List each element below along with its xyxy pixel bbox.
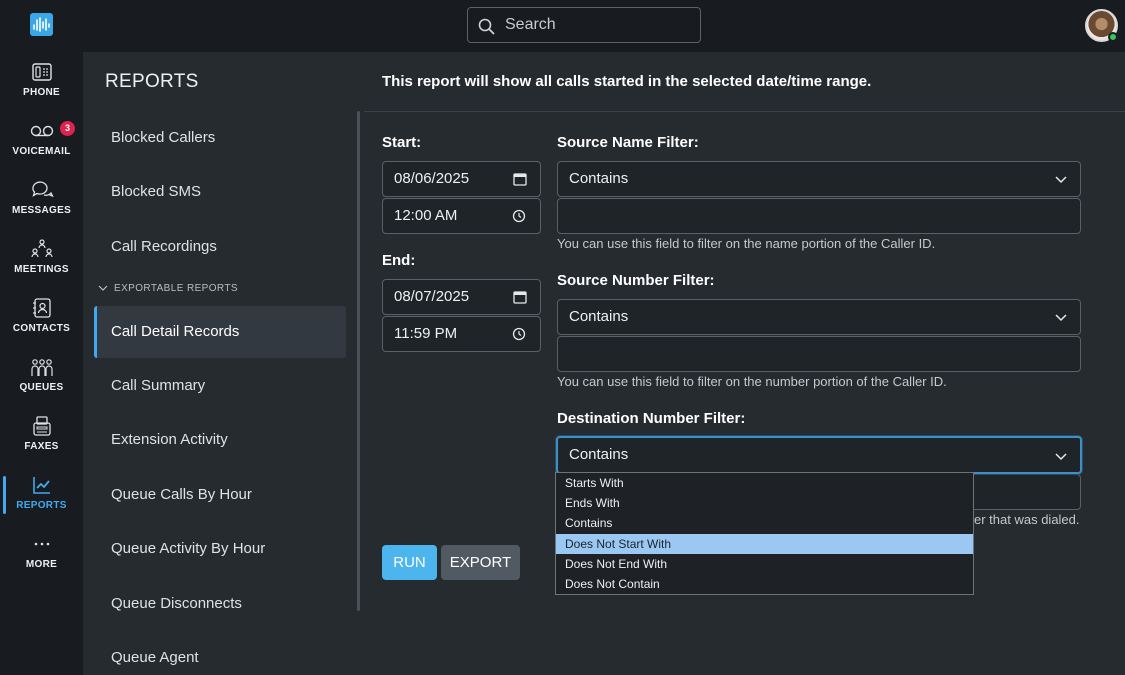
menu-item-queue-activity-by-hour[interactable]: Queue Activity By Hour xyxy=(94,523,346,575)
chevron-down-icon xyxy=(98,285,108,292)
destination-number-filter-label: Destination Number Filter: xyxy=(557,410,746,427)
source-number-mode-select[interactable]: Contains xyxy=(557,299,1081,335)
nav-label: REPORTS xyxy=(16,500,67,511)
nav-label: QUEUES xyxy=(19,382,64,393)
meetings-icon xyxy=(30,239,53,258)
nav-label: VOICEMAIL xyxy=(12,146,71,157)
option-does-not-contain[interactable]: Does Not Contain xyxy=(556,574,973,594)
destination-number-mode-select[interactable]: Contains xyxy=(556,436,1082,474)
menu-scrollbar[interactable] xyxy=(357,111,360,611)
nav-label: MESSAGES xyxy=(11,205,72,216)
queues-icon xyxy=(30,359,53,376)
end-date-value: 08/07/2025 xyxy=(394,288,470,305)
source-name-filter-label: Source Name Filter: xyxy=(557,134,699,151)
fax-icon xyxy=(32,416,51,436)
option-ends-with[interactable]: Ends With xyxy=(556,493,973,513)
option-does-not-end-with[interactable]: Does Not End With xyxy=(556,554,973,574)
start-time-value: 12:00 AM xyxy=(394,207,458,224)
end-label: End: xyxy=(382,252,416,269)
voicemail-count-badge: 3 xyxy=(60,121,75,136)
menu-item-queue-calls-by-hour[interactable]: Queue Calls By Hour xyxy=(94,469,346,521)
nav-phone[interactable]: PHONE xyxy=(0,61,83,117)
source-name-filter-input[interactable] xyxy=(557,198,1081,234)
select-value: Contains xyxy=(569,170,629,187)
reports-menu-title: REPORTS xyxy=(105,71,199,92)
section-label: EXPORTABLE REPORTS xyxy=(114,283,238,294)
option-contains[interactable]: Contains xyxy=(556,513,973,533)
start-date-field[interactable]: 08/06/2025 xyxy=(382,161,541,197)
chevron-down-icon xyxy=(1055,314,1067,322)
reports-icon xyxy=(32,477,50,494)
calendar-icon[interactable] xyxy=(513,172,527,186)
clock-icon[interactable] xyxy=(512,327,526,341)
select-value: Contains xyxy=(569,446,629,463)
search-input[interactable] xyxy=(505,14,690,36)
contacts-icon xyxy=(32,298,51,318)
source-name-hint: You can use this field to filter on the … xyxy=(557,236,936,251)
nav-reports[interactable]: REPORTS xyxy=(0,474,83,530)
exportable-reports-section[interactable]: EXPORTABLE REPORTS xyxy=(98,283,238,294)
clock-icon[interactable] xyxy=(512,209,526,223)
nav-contacts[interactable]: CONTACTS xyxy=(0,297,83,353)
nav-more[interactable]: MORE xyxy=(0,533,83,589)
source-number-filter-input[interactable] xyxy=(557,336,1081,372)
source-number-hint: You can use this field to filter on the … xyxy=(557,374,947,389)
destination-number-hint: er that was dialed. xyxy=(974,512,1080,527)
chevron-down-icon xyxy=(1055,453,1067,461)
start-time-field[interactable]: 12:00 AM xyxy=(382,198,541,234)
messages-icon xyxy=(31,181,54,198)
start-label: Start: xyxy=(382,134,422,151)
source-name-mode-select[interactable]: Contains xyxy=(557,161,1081,197)
app-logo-icon[interactable] xyxy=(30,13,53,36)
nav-messages[interactable]: MESSAGES xyxy=(0,179,83,235)
menu-item-call-recordings[interactable]: Call Recordings xyxy=(94,221,346,273)
search-box[interactable] xyxy=(467,7,701,43)
nav-label: FAXES xyxy=(24,441,59,452)
voicemail-icon xyxy=(30,125,53,137)
select-value: Contains xyxy=(569,308,629,325)
nav-label: PHONE xyxy=(22,87,61,98)
search-icon xyxy=(478,18,495,35)
end-time-value: 11:59 PM xyxy=(394,325,458,342)
top-bar xyxy=(83,0,1125,52)
start-date-value: 08/06/2025 xyxy=(394,170,470,187)
menu-item-blocked-sms[interactable]: Blocked SMS xyxy=(94,166,346,218)
nav-rail: PHONE VOICEMAIL 3 MESSAGES MEETINGS CONT… xyxy=(0,0,83,675)
more-icon xyxy=(34,542,49,546)
nav-faxes[interactable]: FAXES xyxy=(0,415,83,471)
nav-queues[interactable]: QUEUES xyxy=(0,356,83,412)
calendar-icon[interactable] xyxy=(513,290,527,304)
report-description: This report will show all calls started … xyxy=(382,73,872,90)
menu-item-call-summary[interactable]: Call Summary xyxy=(94,360,346,412)
reports-menu: REPORTS Blocked Callers Blocked SMS Call… xyxy=(83,52,364,675)
end-time-field[interactable]: 11:59 PM xyxy=(382,316,541,352)
nav-meetings[interactable]: MEETINGS xyxy=(0,238,83,294)
phone-icon xyxy=(31,63,52,81)
run-button[interactable]: RUN xyxy=(382,545,437,580)
export-button[interactable]: EXPORT xyxy=(441,545,520,580)
menu-item-call-detail-records[interactable]: Call Detail Records xyxy=(94,306,346,358)
filter-mode-dropdown-list: Starts With Ends With Contains Does Not … xyxy=(555,472,974,595)
nav-label: MEETINGS xyxy=(14,264,69,275)
online-status-indicator xyxy=(1108,32,1118,42)
menu-item-queue-disconnects[interactable]: Queue Disconnects xyxy=(94,578,346,630)
divider xyxy=(364,111,1125,112)
option-does-not-start-with[interactable]: Does Not Start With xyxy=(556,533,973,554)
source-number-filter-label: Source Number Filter: xyxy=(557,272,715,289)
option-starts-with[interactable]: Starts With xyxy=(556,473,973,493)
chevron-down-icon xyxy=(1055,176,1067,184)
menu-item-blocked-callers[interactable]: Blocked Callers xyxy=(94,112,346,164)
menu-item-queue-agent[interactable]: Queue Agent xyxy=(94,632,346,675)
nav-label: MORE xyxy=(25,559,58,570)
nav-label: CONTACTS xyxy=(12,323,71,334)
end-date-field[interactable]: 08/07/2025 xyxy=(382,279,541,315)
menu-item-extension-activity[interactable]: Extension Activity xyxy=(94,414,346,466)
